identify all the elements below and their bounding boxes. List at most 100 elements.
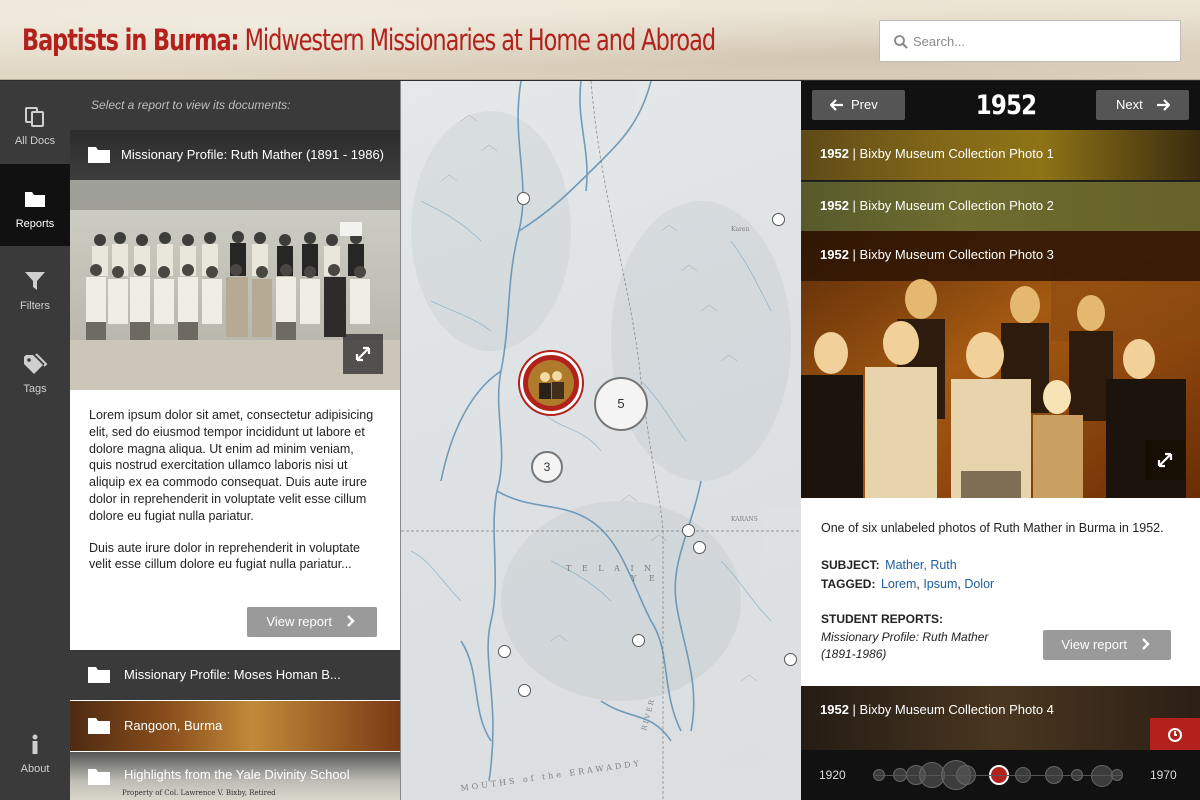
expand-icon [355,346,371,362]
student-report-title[interactable]: Missionary Profile: Ruth Mather (1891-19… [821,629,1011,663]
search-box[interactable] [879,20,1181,62]
chevron-right-icon [1141,638,1150,650]
photo-title: | Bixby Museum Collection Photo 3 [848,247,1054,262]
clock-icon [1168,728,1182,742]
tag-link[interactable]: Lorem [881,577,916,591]
photo-list-item[interactable]: 1952 | Bixby Museum Collection Photo 1 [801,130,1200,180]
tag-link[interactable]: Dolor [964,577,994,591]
photo-list-item[interactable]: 1952 | Bixby Museum Collection Photo 4 [801,686,1200,750]
view-report-button[interactable]: View report [1043,630,1171,660]
folder-icon [88,667,110,683]
cluster-count: 3 [543,460,551,474]
photo-year: 1952 [820,198,849,213]
report-card-header[interactable]: Missionary Profile: Ruth Mather (1891 - … [70,130,400,180]
photo-year: 1952 [820,702,849,717]
timeline-track [873,775,1123,776]
photo-list-item[interactable]: 1952 | Bixby Museum Collection Photo 2 [801,181,1200,231]
photo-year: 1952 [820,146,849,161]
report-paragraph: Duis aute irure dolor in reprehenderit i… [89,540,360,572]
photo-thumbnail-image [528,360,574,406]
selected-photo-marker[interactable] [520,352,582,414]
funnel-icon [25,272,45,290]
site-title-main: Baptists in Burma: [22,23,240,57]
map[interactable]: MOUTHS of the ERAWADDY RIVER Y E T E L A… [401,81,801,800]
map-marker[interactable] [518,684,531,697]
photo-year: 1952 [820,247,849,262]
folder-icon [88,769,110,785]
svg-text:Y E: Y E [630,574,660,583]
photo-list-item[interactable]: 1952 | Bixby Museum Collection Photo 3 [820,231,1054,279]
site-header: Baptists in Burma: Midwestern Missionari… [0,0,1200,80]
documents-icon [25,107,44,127]
tags-icon [24,353,48,374]
nav-rail: All Docs Reports Filters Tags About [0,81,70,800]
folder-icon [25,192,45,207]
timeline-toggle-button[interactable] [1150,718,1200,750]
map-marker[interactable] [517,192,530,205]
photo-title: | Bixby Museum Collection Photo 4 [848,702,1054,717]
report-row[interactable]: Highlights from the Yale Divinity School… [70,752,400,800]
expand-icon [1157,452,1173,468]
search-input[interactable] [913,29,1168,53]
detail-panel: Prev 1952 Next 1952 | Bixby Museum Colle… [801,81,1200,800]
map-cluster[interactable]: 5 [594,377,648,431]
next-button[interactable]: Next [1096,90,1189,120]
folder-icon [88,147,110,163]
svg-text:Karen: Karen [731,226,749,233]
nav-about[interactable]: About [0,717,70,799]
nav-label: Reports [15,218,55,230]
report-row[interactable]: Rangoon, Burma [70,701,400,751]
nav-label: Tags [23,383,47,395]
map-marker[interactable] [632,634,645,647]
timeline-dot[interactable] [1091,765,1113,787]
expand-photo-button[interactable] [1145,440,1185,480]
map-marker[interactable] [498,645,511,658]
selected-photo[interactable]: 1952 | Bixby Museum Collection Photo 3 [801,231,1200,498]
map-marker[interactable] [784,653,797,666]
tag-link[interactable]: Ipsum [923,577,957,591]
nav-reports[interactable]: Reports [0,164,70,246]
student-reports-label: STUDENT REPORTS: [821,612,944,626]
nav-filters[interactable]: Filters [0,246,70,328]
nav-tags[interactable]: Tags [0,329,70,411]
current-year: 1952 [975,90,1037,121]
map-marker[interactable] [693,541,706,554]
expand-photo-button[interactable] [343,334,383,374]
subject-link[interactable]: Mather, Ruth [885,558,957,572]
detail-topbar: Prev 1952 Next [801,81,1200,130]
timeline-end-year: 1970 [1150,768,1177,782]
cluster-count: 5 [617,396,625,411]
search-icon [894,35,908,49]
historic-map-image: MOUTHS of the ERAWADDY RIVER Y E T E L A… [401,81,801,800]
prev-button[interactable]: Prev [812,90,905,120]
site-title[interactable]: Baptists in Burma: Midwestern Missionari… [22,18,717,62]
arrow-left-icon [830,99,843,111]
nav-all-docs[interactable]: All Docs [0,81,70,163]
timeline[interactable]: 1920 1970 [801,750,1200,800]
map-marker[interactable] [682,524,695,537]
report-description: Lorem ipsum dolor sit amet, consectetur … [70,390,400,573]
map-cluster[interactable]: 3 [531,451,563,483]
photo-caption: Property of Col. Lawrence V. Bixby, Reti… [122,789,276,797]
reports-panel: Select a report to view its documents: M… [70,81,401,800]
view-report-button[interactable]: View report [247,607,377,637]
photo-description: One of six unlabeled photos of Ruth Math… [821,521,1164,535]
tagged-label: TAGGED: [821,577,876,591]
report-paragraph: Lorem ipsum dolor sit amet, consectetur … [89,408,374,523]
map-marker[interactable] [772,213,785,226]
arrow-right-icon [1157,99,1170,111]
reports-hint: Select a report to view its documents: [70,81,400,130]
site-title-sub: Midwestern Missionaries at Home and Abro… [238,23,717,57]
report-title: Missionary Profile: Moses Homan B... [124,667,341,682]
next-label: Next [1116,97,1143,112]
prev-label: Prev [851,97,878,112]
report-photo [70,180,400,390]
folder-icon [88,718,110,734]
info-icon [32,734,38,754]
chevron-right-icon [346,615,355,627]
photo-title: | Bixby Museum Collection Photo 1 [848,146,1054,161]
report-row[interactable]: Missionary Profile: Moses Homan B... [70,650,400,700]
nav-label: Filters [20,300,50,312]
view-report-label: View report [1061,637,1127,652]
nav-label: About [20,763,50,775]
